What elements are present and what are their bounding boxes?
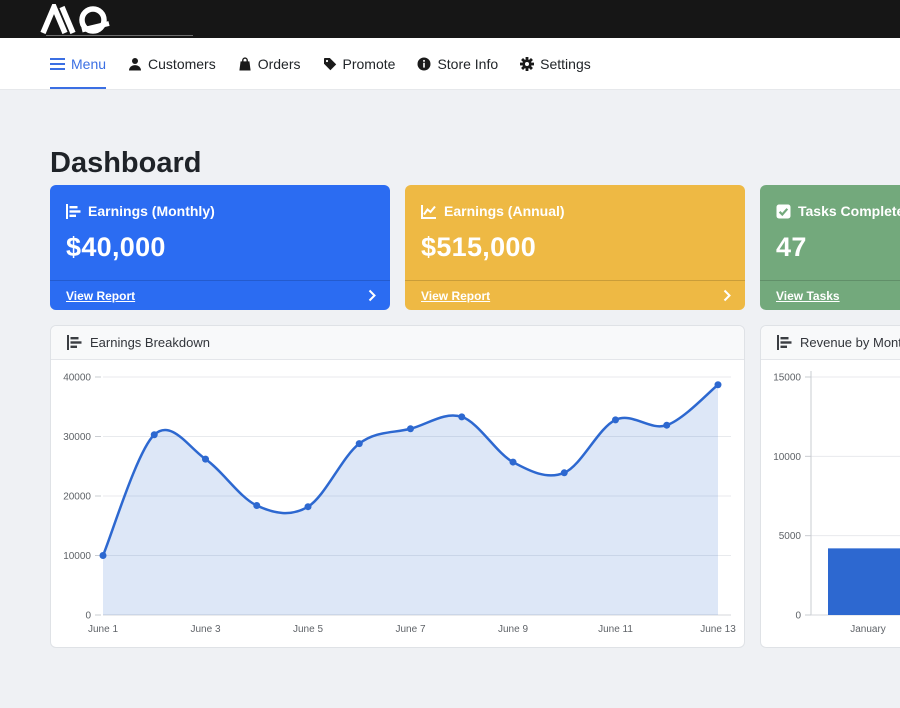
stat-card-earnings-annual: Earnings (Annual) $515,000 View Report [405, 185, 745, 310]
nav-item-menu[interactable]: Menu [50, 38, 106, 89]
svg-text:June 13: June 13 [700, 624, 736, 635]
svg-text:June 11: June 11 [598, 624, 633, 635]
svg-text:10000: 10000 [773, 452, 801, 463]
logo-underline [46, 35, 193, 36]
hamburger-icon [50, 58, 65, 70]
stat-card-tasks-completed: Tasks Completed 47 View Tasks [760, 185, 900, 310]
shopping-bag-icon [238, 57, 252, 71]
dashboard-screen: Menu Customers Orders Promote [0, 0, 900, 708]
svg-text:June 1: June 1 [88, 624, 118, 635]
svg-text:5000: 5000 [779, 531, 802, 542]
nav-item-label: Customers [148, 56, 216, 72]
nav-item-store-info[interactable]: Store Info [417, 38, 498, 89]
stat-card-value: $40,000 [66, 232, 374, 263]
view-tasks-label: View Tasks [776, 289, 840, 303]
bar-chart-icon [66, 204, 81, 219]
active-tab-underline [50, 87, 106, 89]
revenue-by-month-header: Revenue by Month [761, 326, 900, 360]
stat-card-title: Earnings (Monthly) [88, 203, 215, 219]
tag-icon [323, 57, 337, 71]
page-title: Dashboard [50, 147, 201, 180]
view-report-label: View Report [66, 289, 135, 303]
nav-item-label: Store Info [437, 56, 498, 72]
nav-item-label: Settings [540, 56, 591, 72]
svg-text:30000: 30000 [63, 432, 91, 443]
nav-item-orders[interactable]: Orders [238, 38, 301, 89]
info-icon [417, 57, 431, 71]
aq-logo-icon [40, 4, 135, 34]
svg-text:15000: 15000 [773, 373, 801, 384]
view-report-label: View Report [421, 289, 490, 303]
check-square-icon [776, 204, 791, 219]
nav-item-settings[interactable]: Settings [520, 38, 591, 89]
view-report-link[interactable]: View Report [405, 280, 745, 310]
view-report-link[interactable]: View Report [50, 280, 390, 310]
svg-text:0: 0 [795, 611, 801, 622]
svg-text:10000: 10000 [63, 551, 91, 562]
svg-text:June 7: June 7 [395, 624, 425, 635]
nav-item-label: Promote [343, 56, 396, 72]
svg-text:40000: 40000 [63, 373, 91, 384]
person-icon [128, 57, 142, 71]
stat-card-title: Tasks Completed [798, 203, 900, 219]
brand-bar [0, 0, 900, 38]
chevron-right-icon [723, 289, 731, 302]
main-nav: Menu Customers Orders Promote [0, 38, 900, 90]
svg-text:June 9: June 9 [498, 624, 528, 635]
svg-text:20000: 20000 [63, 492, 91, 503]
stat-card-value: $515,000 [421, 232, 729, 263]
earnings-breakdown-card: Earnings Breakdown 0 10000 20000 30000 40000… [50, 325, 745, 648]
revenue-by-month-chart[interactable]: 0 5000 10000 15000 January [761, 360, 900, 647]
stat-card-value: 47 [776, 232, 900, 263]
chevron-right-icon [368, 289, 376, 302]
view-tasks-link[interactable]: View Tasks [760, 280, 900, 310]
svg-text:June 5: June 5 [293, 624, 323, 635]
svg-text:June 3: June 3 [190, 624, 220, 635]
nav-item-customers[interactable]: Customers [128, 38, 216, 89]
nav-item-label: Menu [71, 56, 106, 72]
svg-text:January: January [850, 624, 886, 635]
revenue-by-month-card: Revenue by Month 0 5000 10000 15000 January [760, 325, 900, 648]
stat-card-earnings-monthly: Earnings (Monthly) $40,000 View Report [50, 185, 390, 310]
aq-logo[interactable] [40, 4, 135, 39]
svg-text:0: 0 [85, 611, 91, 622]
bar-chart-icon [777, 335, 792, 350]
nav-item-label: Orders [258, 56, 301, 72]
earnings-breakdown-header: Earnings Breakdown [51, 326, 744, 360]
line-chart-icon [421, 204, 437, 219]
bar-chart-icon [67, 335, 82, 350]
earnings-breakdown-chart[interactable]: 0 10000 20000 30000 40000 June 1 June 3 June 5 J… [51, 360, 744, 647]
chart-title: Earnings Breakdown [90, 335, 210, 350]
nav-item-promote[interactable]: Promote [323, 38, 396, 89]
gear-icon [520, 57, 534, 71]
chart-title: Revenue by Month [800, 335, 900, 350]
stat-card-title: Earnings (Annual) [444, 203, 565, 219]
